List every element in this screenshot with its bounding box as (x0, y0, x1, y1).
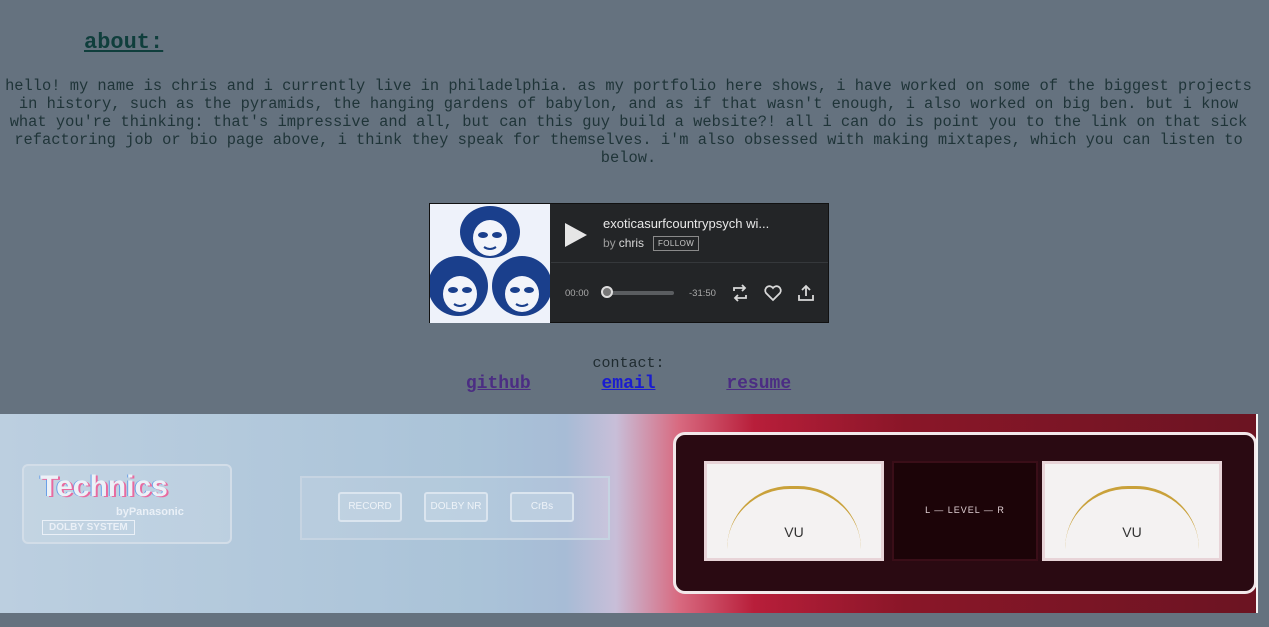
deck-record-button: RECORD (338, 492, 402, 522)
email-link[interactable]: email (601, 374, 655, 394)
brand-sub: byPanasonic (116, 506, 184, 518)
album-cover[interactable] (430, 204, 550, 323)
brand-logo: Technics (40, 470, 168, 503)
level-text: L — LEVEL — R (925, 505, 1005, 515)
vu-label-left: VU (784, 524, 804, 540)
repost-button[interactable] (730, 283, 750, 303)
level-panel: L — LEVEL — R (892, 461, 1038, 561)
player-divider (551, 262, 828, 263)
banner-edge (1256, 414, 1258, 613)
contact-label: contact: (592, 355, 665, 372)
play-button[interactable] (563, 221, 589, 249)
follow-button[interactable]: FOLLOW (653, 236, 700, 251)
resume-link[interactable]: resume (726, 374, 791, 394)
share-icon (798, 284, 814, 301)
vu-meter-left: VU (704, 461, 884, 561)
play-icon (565, 223, 587, 247)
brand-panel: Technics byPanasonic DOLBY SYSTEM (22, 464, 232, 544)
cover-face-top (460, 206, 520, 258)
vu-meter-frame: VU L — LEVEL — R VU (673, 432, 1257, 594)
scrubber-knob[interactable] (601, 286, 613, 298)
soundcloud-player: exoticasurfcountrypsych wi... by chris FO… (429, 203, 829, 323)
deck-crbs-button: CrBs (510, 492, 574, 522)
about-heading: about: (84, 30, 164, 55)
bio-paragraph: hello! my name is chris and i currently … (5, 77, 1252, 167)
share-button[interactable] (796, 283, 816, 303)
time-current: 00:00 (565, 288, 589, 299)
contact-links: github email resume (0, 374, 1257, 394)
deck-dolby-button: DOLBY NR (424, 492, 488, 522)
repost-icon (733, 284, 747, 302)
artist-link[interactable]: chris (619, 236, 644, 250)
heart-icon (764, 285, 782, 302)
by-label: by (603, 236, 616, 250)
track-title[interactable]: exoticasurfcountrypsych wi... (603, 216, 769, 231)
github-link[interactable]: github (466, 374, 531, 394)
vu-label-right: VU (1122, 524, 1142, 540)
vu-meter-right: VU (1042, 461, 1222, 561)
dolby-badge: DOLBY SYSTEM (42, 520, 135, 535)
time-remaining: -31:50 (689, 288, 716, 299)
tape-deck-banner-image: Technics byPanasonic DOLBY SYSTEM RECORD… (0, 414, 1257, 613)
deck-button-panel: RECORD DOLBY NR CrBs (300, 476, 610, 540)
track-byline: by chris (603, 236, 644, 250)
like-button[interactable] (763, 283, 783, 303)
progress-scrubber[interactable] (601, 286, 674, 298)
